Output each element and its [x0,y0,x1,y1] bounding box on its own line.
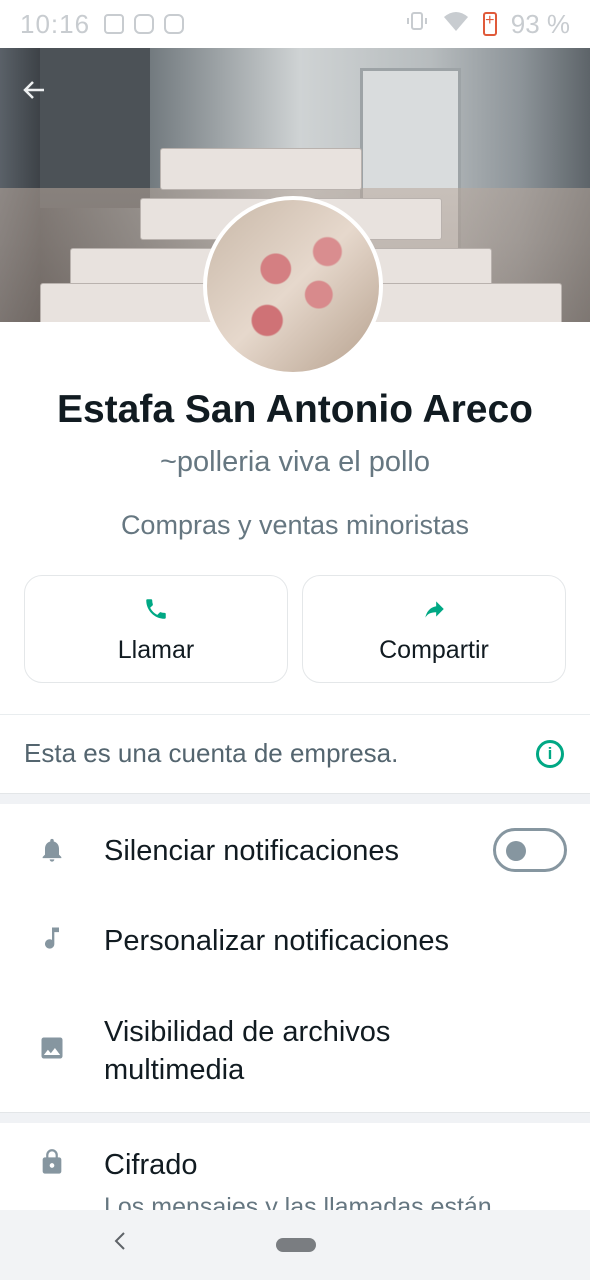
divider [0,714,590,715]
status-time: 10:16 [20,8,91,39]
media-visibility-label-line1: Visibilidad de archivos [104,1016,391,1048]
bell-icon [38,836,66,864]
encryption-description: Los mensajes y las llamadas están [104,1193,492,1210]
profile-avatar[interactable] [203,196,383,376]
toggle-knob [506,841,526,861]
header-image-tray [160,148,362,190]
music-note-icon [38,924,66,952]
wifi-icon [443,9,469,40]
notification-icons [104,14,185,34]
custom-notifications-row[interactable]: Personalizar notificaciones [0,902,590,982]
profile-name: Estafa San Antonio Areco [56,388,534,431]
info-icon[interactable]: i [536,740,564,768]
call-button[interactable]: Llamar [24,575,288,683]
system-navigation-bar [0,1210,590,1280]
back-arrow-icon[interactable] [20,76,48,104]
header-image-door [40,48,150,208]
battery-level: 93 % [510,8,570,39]
encryption-row[interactable]: Cifrado Los mensajes y las llamadas está… [0,1132,590,1210]
instagram-notification-icon [134,14,155,34]
section-divider [0,793,590,804]
status-bar: 10:16 93 % [0,0,590,48]
share-button-label: Compartir [379,636,489,664]
image-icon [38,1034,66,1062]
lock-icon [38,1148,66,1176]
nav-home-pill[interactable] [276,1238,316,1252]
share-button[interactable]: Compartir [302,575,566,683]
gallery-notification-icon [104,14,125,34]
status-right: 93 % [405,9,570,40]
share-icon [303,596,565,627]
call-button-label: Llamar [117,636,195,664]
media-visibility-row[interactable]: Visibilidad de archivos multimedia [0,1000,590,1105]
media-visibility-label-line2: multimedia [104,1054,245,1086]
section-divider [0,1112,590,1123]
phone-icon [25,596,287,627]
battery-icon [482,12,497,36]
instagram-notification-icon-2 [164,14,185,34]
business-category[interactable]: Compras y ventas minoristas [0,510,590,541]
nav-back-icon[interactable] [112,1228,128,1260]
business-account-notice[interactable]: Esta es una cuenta de empresa. [24,738,398,769]
mute-notifications-label: Silenciar notificaciones [104,835,399,867]
vibrate-icon [405,9,429,40]
mute-notifications-toggle[interactable] [493,828,567,872]
custom-notifications-label: Personalizar notificaciones [104,925,449,957]
profile-subtitle: ~polleria viva el pollo [159,446,431,478]
encryption-label: Cifrado [104,1149,198,1181]
